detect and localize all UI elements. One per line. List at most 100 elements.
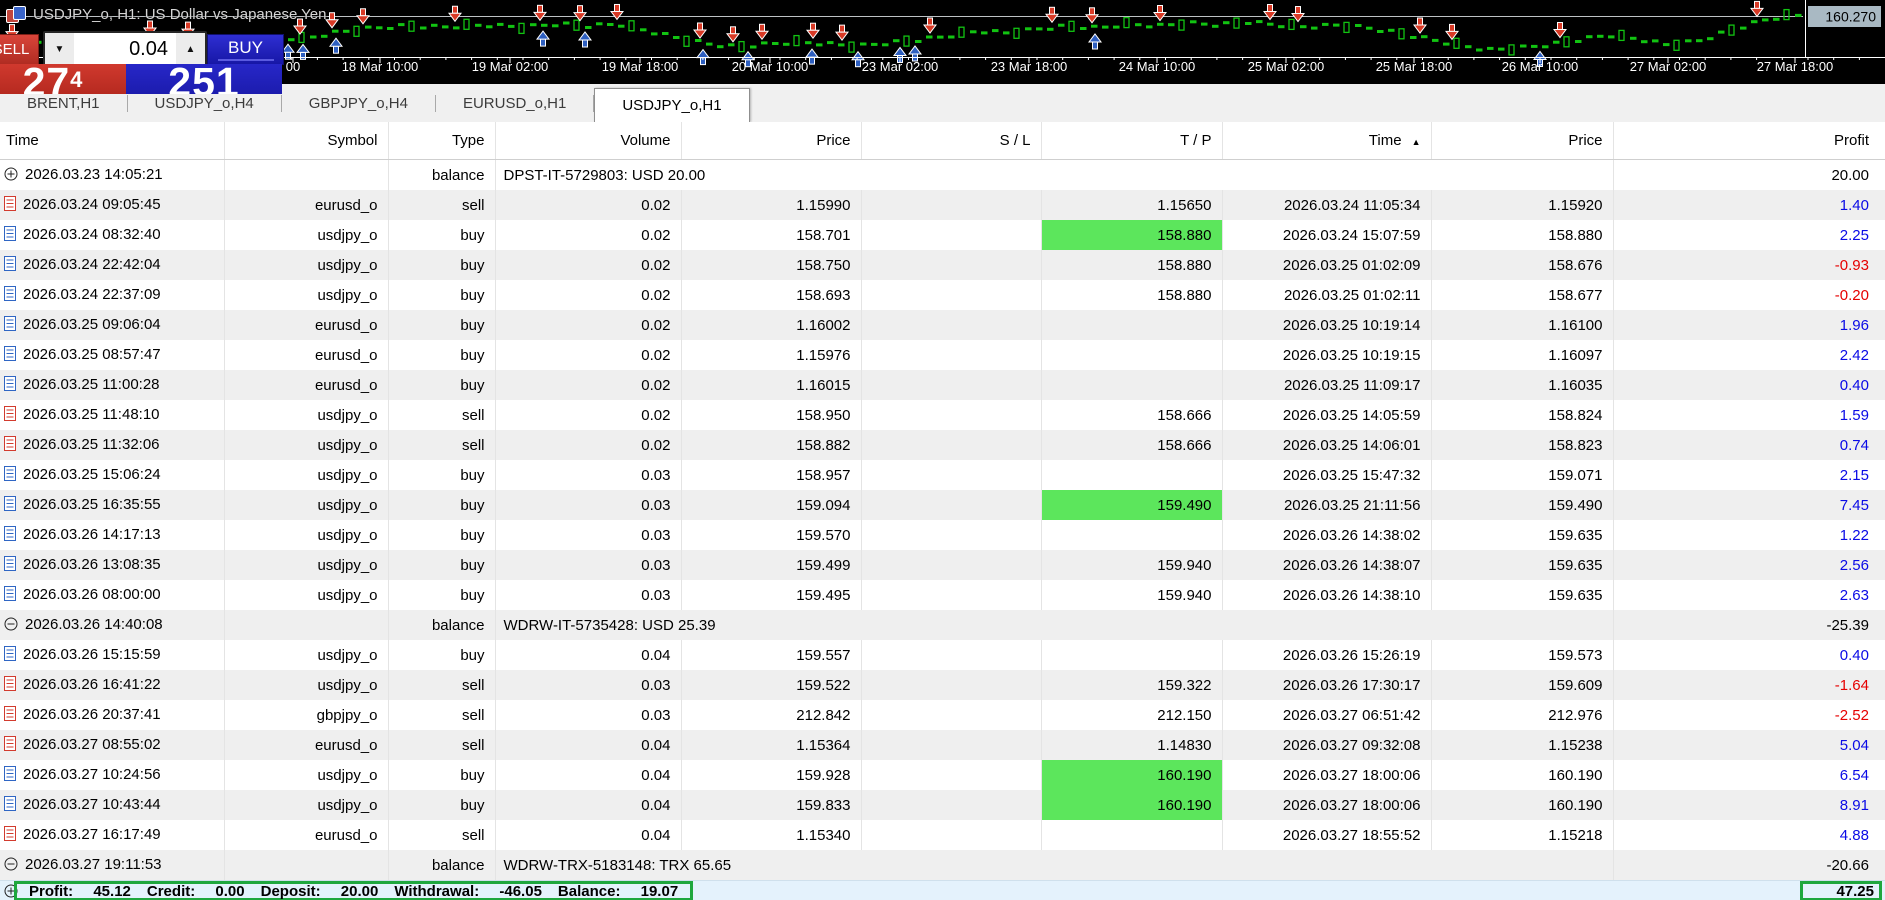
- cell-close-time: 2026.03.25 21:11:56: [1222, 490, 1432, 520]
- buy-order-icon: [4, 285, 16, 305]
- table-row[interactable]: 2026.03.27 08:55:02 eurusd_o sell 0.04 1.…: [0, 730, 1885, 760]
- cell-type: sell: [388, 190, 496, 220]
- cell-close-time: 2026.03.26 14:38:02: [1222, 520, 1432, 550]
- buy-button[interactable]: BUY: [207, 34, 284, 65]
- table-row[interactable]: 2026.03.26 08:00:00 usdjpy_o buy 0.03 159…: [0, 580, 1885, 610]
- volume-input[interactable]: [74, 33, 176, 66]
- buy-price-panel[interactable]: 251: [126, 64, 282, 94]
- table-row[interactable]: 2026.03.24 22:37:09 usdjpy_o buy 0.02 158…: [0, 280, 1885, 310]
- cell-sl: [861, 310, 1042, 340]
- sell-order-icon: [4, 435, 16, 455]
- cell-symbol: eurusd_o: [224, 190, 389, 220]
- table-row[interactable]: 2026.03.25 15:06:24 usdjpy_o buy 0.03 158…: [0, 460, 1885, 490]
- cell-open-price: 159.557: [681, 640, 862, 670]
- table-row[interactable]: 2026.03.26 13:08:35 usdjpy_o buy 0.03 159…: [0, 550, 1885, 580]
- cell-symbol: usdjpy_o: [224, 580, 389, 610]
- column-header-6[interactable]: T / P: [1041, 122, 1223, 160]
- cell-profit: 4.88: [1839, 826, 1869, 844]
- table-row[interactable]: 2026.03.26 14:40:08 balance WDRW-IT-57354…: [0, 610, 1885, 640]
- column-header-4[interactable]: Price: [681, 122, 862, 160]
- cell-symbol: usdjpy_o: [224, 640, 389, 670]
- chart-tab-bar: BRENT,H1 USDJPY_o,H4 GBPJPY_o,H4 EURUSD_o,H…: [0, 84, 1885, 122]
- cell-close-time: 2026.03.25 14:06:01: [1222, 430, 1432, 460]
- cell-profit: 1.96: [1839, 316, 1869, 334]
- volume-increase-button[interactable]: ▲: [176, 33, 205, 66]
- sell-order-icon: [4, 735, 16, 755]
- cell-symbol: usdjpy_o: [224, 250, 389, 280]
- table-row[interactable]: 2026.03.27 19:11:53 balance WDRW-TRX-5183…: [0, 850, 1885, 880]
- cell-symbol: [224, 610, 389, 640]
- table-row[interactable]: 2026.03.25 09:06:04 eurusd_o buy 0.02 1.1…: [0, 310, 1885, 340]
- cell-tp: 1.15650: [1041, 190, 1223, 220]
- sell-price-panel[interactable]: 274: [0, 64, 126, 94]
- cell-volume: 0.02: [495, 340, 682, 370]
- cell-volume: 0.02: [495, 430, 682, 460]
- cell-symbol: usdjpy_o: [224, 220, 389, 250]
- sort-asc-icon: ▲: [1411, 137, 1421, 147]
- cell-open-price: 1.15976: [681, 340, 862, 370]
- svg-text:23 Mar 18:00: 23 Mar 18:00: [991, 59, 1068, 74]
- cell-profit: 1.40: [1839, 196, 1869, 214]
- table-row[interactable]: 2026.03.24 08:32:40 usdjpy_o buy 0.02 158…: [0, 220, 1885, 250]
- cell-tp: 160.190: [1041, 760, 1223, 790]
- table-row[interactable]: 2026.03.26 20:37:41 gbpjpy_o sell 0.03 21…: [0, 700, 1885, 730]
- table-row[interactable]: 2026.03.25 11:00:28 eurusd_o buy 0.02 1.1…: [0, 370, 1885, 400]
- cell-tp: 160.190: [1041, 790, 1223, 820]
- cell-sl: [861, 190, 1042, 220]
- cell-profit: 1.22: [1839, 526, 1869, 544]
- svg-text:27 Mar 18:00: 27 Mar 18:00: [1757, 59, 1834, 74]
- column-header-7[interactable]: Time ▲: [1222, 122, 1432, 160]
- cell-close-price: 159.573: [1431, 640, 1614, 670]
- cell-symbol: gbpjpy_o: [224, 700, 389, 730]
- table-row[interactable]: 2026.03.26 14:17:13 usdjpy_o buy 0.03 159…: [0, 520, 1885, 550]
- chart-area[interactable]: 00 18 Mar 10:00 19 Mar 02:00 19 Mar 18:00 20…: [0, 0, 1885, 94]
- cell-description: WDRW-IT-5735428: USD 25.39: [495, 610, 1614, 640]
- cell-profit: 20.00: [1831, 166, 1869, 184]
- cell-volume: 0.02: [495, 400, 682, 430]
- volume-decrease-button[interactable]: ▼: [45, 33, 74, 66]
- table-row[interactable]: 2026.03.25 08:57:47 eurusd_o buy 0.02 1.1…: [0, 340, 1885, 370]
- column-header-1[interactable]: Symbol: [224, 122, 389, 160]
- volume-stepper[interactable]: ▼ ▲: [43, 31, 207, 68]
- cell-profit: 6.54: [1839, 766, 1869, 784]
- column-header-8[interactable]: Price: [1431, 122, 1614, 160]
- tab-gbpjpy-o-h4[interactable]: GBPJPY_o,H4: [282, 84, 435, 122]
- table-row[interactable]: 2026.03.26 16:41:22 usdjpy_o sell 0.03 15…: [0, 670, 1885, 700]
- cell-type: balance: [388, 159, 496, 190]
- column-header-9[interactable]: Profit: [1613, 122, 1885, 160]
- sell-button[interactable]: SELL: [0, 34, 39, 65]
- table-row[interactable]: 2026.03.27 10:43:44 usdjpy_o buy 0.04 159…: [0, 790, 1885, 820]
- tab-usdjpy-o-h1[interactable]: USDJPY_o,H1: [594, 88, 750, 122]
- cell-open-price: 159.499: [681, 550, 862, 580]
- cell-volume: 0.04: [495, 820, 682, 850]
- table-row[interactable]: 2026.03.27 16:17:49 eurusd_o sell 0.04 1.…: [0, 820, 1885, 850]
- column-header-5[interactable]: S / L: [861, 122, 1042, 160]
- cell-close-price: 159.609: [1431, 670, 1614, 700]
- cell-close-price: 159.635: [1431, 580, 1614, 610]
- cell-type: buy: [388, 550, 496, 580]
- cell-volume: 0.03: [495, 460, 682, 490]
- column-header-0[interactable]: Time: [0, 122, 225, 160]
- cell-open-price: 159.094: [681, 490, 862, 520]
- table-row[interactable]: 2026.03.27 10:24:56 usdjpy_o buy 0.04 159…: [0, 760, 1885, 790]
- table-row[interactable]: 2026.03.23 14:05:21 balance DPST-IT-57298…: [0, 159, 1885, 190]
- table-row[interactable]: 2026.03.25 11:32:06 usdjpy_o sell 0.02 15…: [0, 430, 1885, 460]
- table-row[interactable]: 2026.03.24 22:42:04 usdjpy_o buy 0.02 158…: [0, 250, 1885, 280]
- tab-eurusd-o-h1[interactable]: EURUSD_o,H1: [436, 84, 593, 122]
- column-header-2[interactable]: Type: [388, 122, 496, 160]
- cell-open-price: 159.928: [681, 760, 862, 790]
- cell-close-price: 1.15238: [1431, 730, 1614, 760]
- buy-order-icon: [4, 555, 16, 575]
- table-row[interactable]: 2026.03.25 16:35:55 usdjpy_o buy 0.03 159…: [0, 490, 1885, 520]
- cell-type: sell: [388, 400, 496, 430]
- cell-tp: 158.880: [1041, 220, 1223, 250]
- table-row[interactable]: 2026.03.25 11:48:10 usdjpy_o sell 0.02 15…: [0, 400, 1885, 430]
- cell-sl: [861, 760, 1042, 790]
- cell-type: sell: [388, 700, 496, 730]
- table-row[interactable]: 2026.03.24 09:05:45 eurusd_o sell 0.02 1.…: [0, 190, 1885, 220]
- cell-close-price: 158.880: [1431, 220, 1614, 250]
- cell-type: sell: [388, 820, 496, 850]
- column-header-3[interactable]: Volume: [495, 122, 682, 160]
- table-row[interactable]: 2026.03.26 15:15:59 usdjpy_o buy 0.04 159…: [0, 640, 1885, 670]
- cell-open-price: 1.15990: [681, 190, 862, 220]
